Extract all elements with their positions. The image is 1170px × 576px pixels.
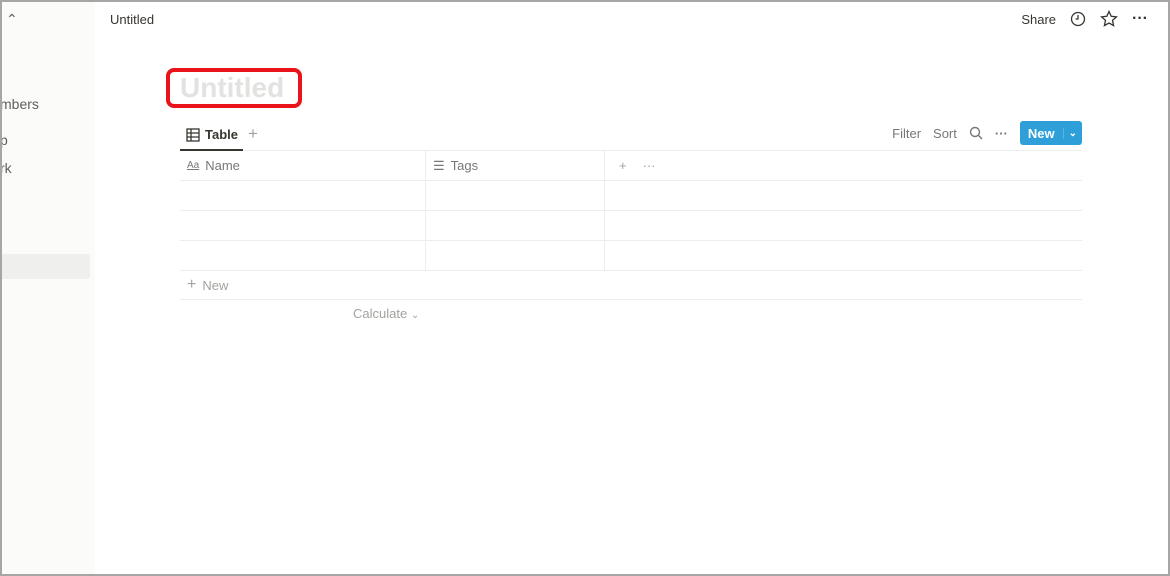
tab-label: Table bbox=[205, 127, 238, 142]
calculate-label: Calculate bbox=[353, 306, 408, 321]
page-title[interactable]: Untitled bbox=[180, 72, 284, 104]
sidebar-item[interactable]: mbers bbox=[0, 96, 39, 112]
sort-button[interactable]: Sort bbox=[933, 126, 957, 141]
table-icon bbox=[186, 127, 200, 142]
new-button-label[interactable]: New bbox=[1020, 126, 1063, 141]
property-more-icon[interactable]: ··· bbox=[643, 158, 656, 173]
chevron-down-icon[interactable]: ⌄ bbox=[1062, 127, 1082, 139]
share-button[interactable]: Share bbox=[1021, 12, 1056, 27]
chevron-down-icon: ⌄ bbox=[410, 310, 420, 321]
more-icon[interactable]: ··· bbox=[1132, 10, 1148, 28]
sidebar-item[interactable]: rk bbox=[0, 160, 12, 176]
column-label: Name bbox=[205, 158, 240, 173]
table-row[interactable] bbox=[180, 241, 1082, 271]
view-more-icon[interactable]: ··· bbox=[995, 126, 1008, 141]
topbar: Untitled Share ··· bbox=[95, 0, 1170, 40]
table-header: Aa Name ☰ Tags + ··· bbox=[180, 151, 1082, 181]
clock-icon[interactable] bbox=[1070, 11, 1086, 27]
add-property-icon[interactable]: + bbox=[619, 158, 627, 173]
column-header-name[interactable]: Aa Name bbox=[180, 151, 426, 180]
tab-table[interactable]: Table bbox=[180, 120, 243, 151]
search-icon[interactable] bbox=[969, 126, 983, 140]
column-header-tags[interactable]: ☰ Tags bbox=[426, 151, 605, 180]
table-row[interactable] bbox=[180, 211, 1082, 241]
plus-icon: + bbox=[187, 276, 197, 293]
column-label: Tags bbox=[450, 158, 479, 173]
new-button[interactable]: New ⌄ bbox=[1019, 121, 1082, 145]
list-icon: ☰ bbox=[433, 157, 445, 173]
sidebar: ⌃ mbers p rk bbox=[0, 0, 95, 576]
workspace-switcher-icon[interactable]: ⌃ bbox=[6, 11, 18, 28]
star-icon[interactable] bbox=[1100, 10, 1118, 28]
add-row-label: New bbox=[202, 277, 229, 293]
sidebar-item-selected[interactable] bbox=[0, 254, 90, 279]
breadcrumb[interactable]: Untitled bbox=[110, 12, 154, 27]
table-row[interactable] bbox=[180, 181, 1082, 211]
add-view-icon[interactable]: + bbox=[248, 124, 258, 144]
filter-button[interactable]: Filter bbox=[892, 126, 921, 141]
database-table: Aa Name ☰ Tags + ··· + New bbox=[180, 151, 1082, 300]
add-row-button[interactable]: + New bbox=[180, 271, 1082, 300]
calculate-button[interactable]: Calculate ⌄ bbox=[353, 306, 419, 321]
sidebar-item[interactable]: p bbox=[0, 132, 8, 148]
text-property-icon: Aa bbox=[187, 160, 200, 171]
view-tabs: Table + Filter Sort ··· New ⌄ bbox=[180, 120, 1082, 151]
